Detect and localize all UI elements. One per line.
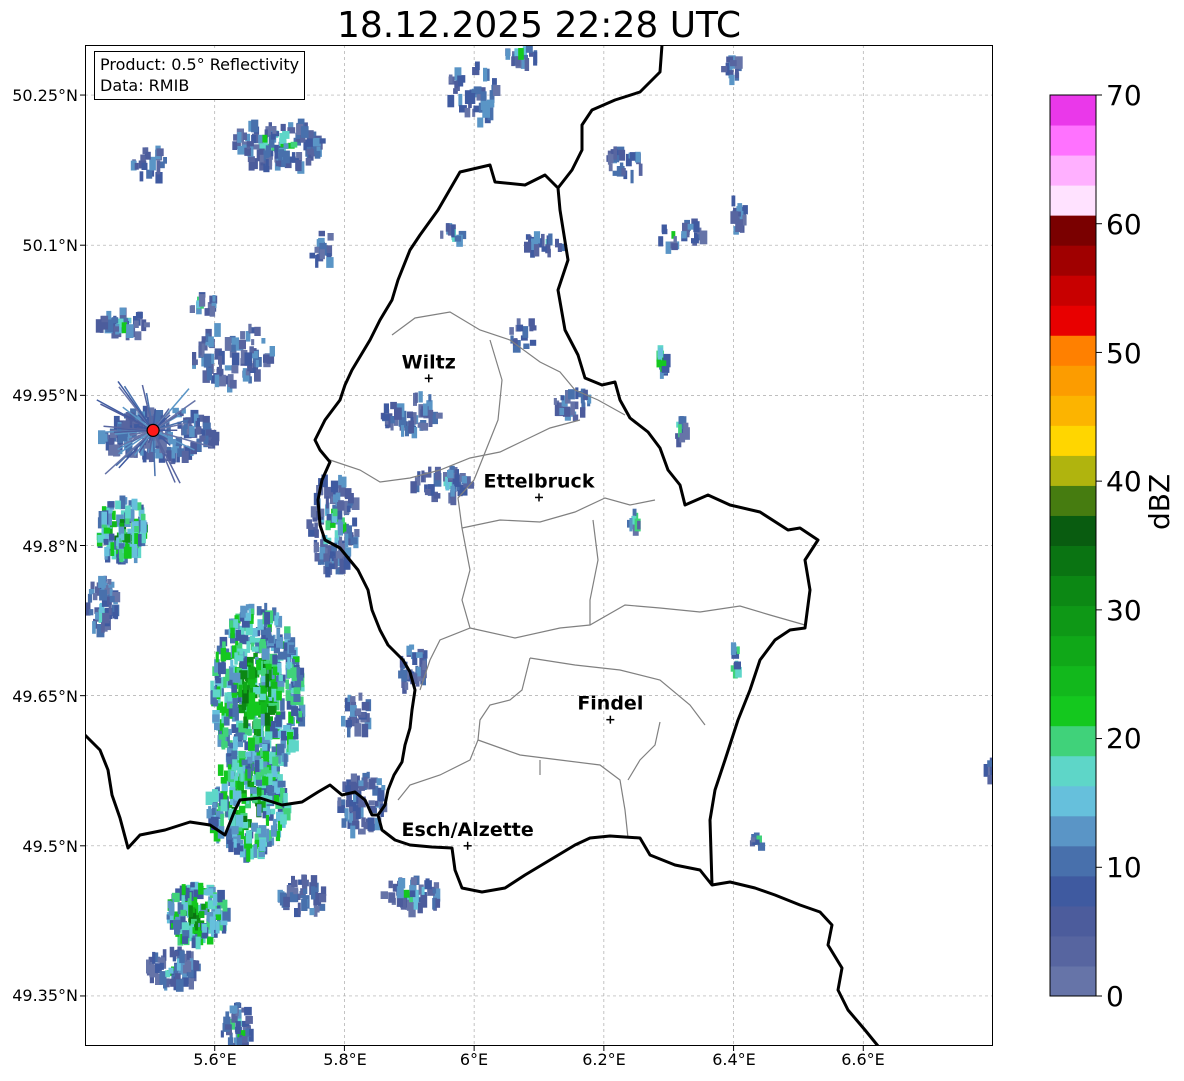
colorbar-step (1050, 605, 1096, 637)
product-info-box: Product: 0.5° Reflectivity Data: RMIB (94, 51, 306, 100)
colorbar-step (1050, 665, 1096, 697)
colorbar-step (1050, 155, 1096, 186)
canton-line (589, 519, 599, 625)
colorbar-step (1050, 485, 1096, 516)
lat-label: 50.25°N (12, 86, 78, 105)
data-source-text: Data: RMIB (100, 76, 190, 95)
city-label: Findel (577, 693, 643, 715)
colorbar-step (1050, 875, 1096, 907)
radar-site-marker (146, 423, 160, 437)
colorbar-step (1050, 845, 1096, 877)
product-text: Product: 0.5° Reflectivity (100, 55, 300, 74)
city-label: Esch/Alzette (402, 819, 534, 841)
lon-label: 6.2°E (582, 1050, 626, 1069)
colorbar-step (1050, 815, 1096, 847)
colorbar (1049, 94, 1102, 997)
colorbar-step (1050, 695, 1096, 727)
colorbar-step (1050, 95, 1096, 126)
canton-line (627, 721, 661, 781)
colorbar-step (1050, 245, 1096, 276)
colorbar-tick-label: 10 (1106, 851, 1142, 884)
germany-france-border (711, 880, 880, 1046)
colorbar-step (1050, 725, 1096, 757)
lon-label: 5.8°E (323, 1050, 367, 1069)
radar-echoes (86, 45, 993, 1046)
lon-label: 5.6°E (193, 1050, 237, 1069)
colorbar-step (1050, 965, 1096, 997)
colorbar-label: dBZ (1143, 473, 1176, 530)
colorbar-step (1050, 905, 1096, 937)
colorbar-step (1050, 185, 1096, 216)
colorbar-step (1050, 335, 1096, 366)
city-markers: Wiltz Ettelbruck Findel Esch/Alzette (402, 351, 643, 850)
lat-label: 49.8°N (22, 537, 78, 556)
luxembourg-border (313, 163, 820, 894)
colorbar-step (1050, 125, 1096, 156)
lon-label: 6°E (459, 1050, 489, 1069)
colorbar-step (1050, 935, 1096, 967)
city-label: Ettelbruck (484, 470, 595, 492)
colorbar-tick-label: 50 (1106, 337, 1142, 370)
colorbar-tick-label: 60 (1106, 208, 1142, 241)
colorbar-step (1050, 575, 1096, 607)
colorbar-tick-label: 40 (1106, 465, 1142, 498)
colorbar-tick-label: 70 (1106, 79, 1142, 112)
city-wiltz: Wiltz (402, 351, 456, 383)
city-ettelbruck: Ettelbruck (484, 470, 595, 502)
lat-label: 50.1°N (22, 236, 78, 255)
canton-line (419, 527, 471, 691)
lat-label: 49.95°N (12, 386, 78, 405)
colorbar-tick-label: 20 (1106, 722, 1142, 755)
colorbar-step (1050, 755, 1096, 787)
colorbar-step (1050, 365, 1096, 396)
lat-label: 49.5°N (22, 837, 78, 856)
colorbar-step (1050, 515, 1096, 546)
colorbar-step (1050, 395, 1096, 426)
colorbar-tick-label: 0 (1106, 980, 1124, 1013)
colorbar-step (1050, 455, 1096, 486)
colorbar-step (1050, 275, 1096, 306)
colorbar-step (1050, 545, 1096, 577)
city-findel: Findel (577, 693, 643, 724)
lat-label: 49.35°N (12, 986, 78, 1005)
city-label: Wiltz (402, 351, 456, 373)
lat-label: 49.65°N (12, 687, 78, 706)
colorbar-step (1050, 425, 1096, 456)
canton-line (457, 339, 503, 529)
lon-label: 6.4°E (712, 1050, 756, 1069)
canton-line (461, 497, 656, 529)
colorbar-step (1050, 785, 1096, 817)
colorbar-step (1050, 305, 1096, 336)
canton-line (469, 604, 806, 639)
canton-line (529, 657, 706, 726)
radar-map: Wiltz Ettelbruck Findel Esch/Alzette (80, 45, 1102, 1051)
lon-label: 6.6°E (841, 1050, 885, 1069)
colorbar-tick-label: 30 (1106, 594, 1142, 627)
colorbar-step (1050, 215, 1096, 246)
colorbar-step (1050, 635, 1096, 667)
